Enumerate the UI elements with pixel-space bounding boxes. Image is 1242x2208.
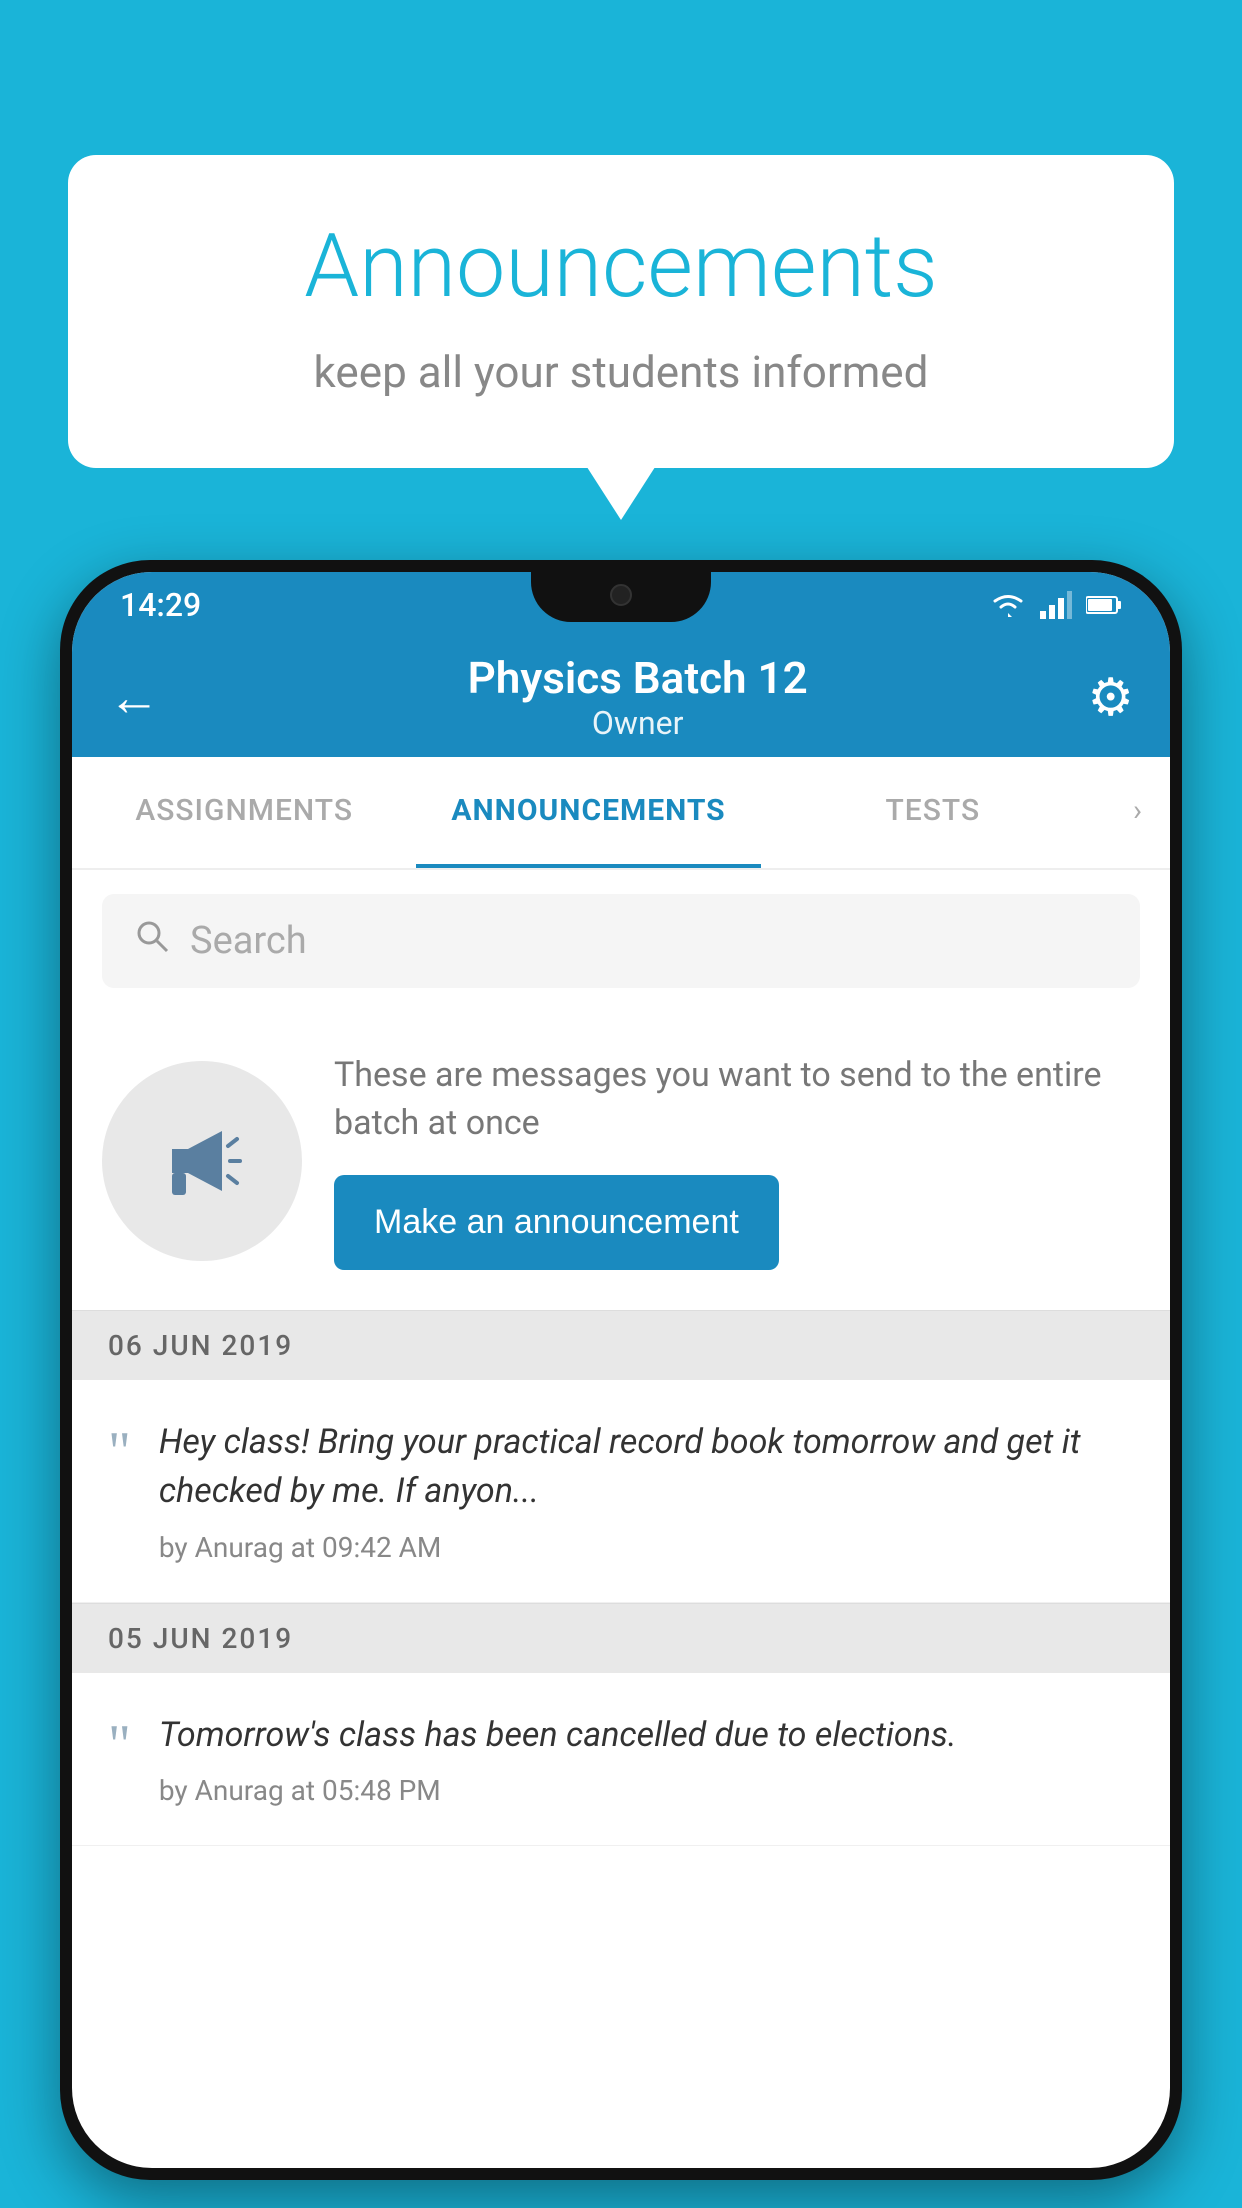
app-bar: ← Physics Batch 12 Owner ⚙ (72, 637, 1170, 757)
search-bar[interactable]: Search (102, 894, 1140, 988)
tabs-container: ASSIGNMENTS ANNOUNCEMENTS TESTS › (72, 757, 1170, 870)
status-bar: 14:29 (72, 572, 1170, 637)
announcement-text-2: Tomorrow's class has been cancelled due … (159, 1711, 1134, 1760)
speech-bubble: Announcements keep all your students inf… (68, 155, 1174, 468)
search-icon (134, 918, 170, 964)
app-bar-title-container: Physics Batch 12 Owner (188, 652, 1087, 742)
megaphone-icon (152, 1111, 252, 1211)
bubble-title: Announcements (148, 215, 1094, 318)
camera-dot (610, 584, 632, 606)
signal-icon (1040, 591, 1072, 619)
phone-device: 14:29 (60, 560, 1182, 2180)
battery-icon (1086, 595, 1122, 615)
announcement-meta-2: by Anurag at 05:48 PM (159, 1774, 1134, 1807)
notch (531, 572, 711, 622)
tab-assignments[interactable]: ASSIGNMENTS (72, 757, 416, 868)
search-placeholder: Search (190, 919, 307, 963)
announcement-prompt: These are messages you want to send to t… (72, 1012, 1170, 1310)
bubble-subtitle: keep all your students informed (148, 346, 1094, 398)
date-separator-1: 06 JUN 2019 (72, 1310, 1170, 1380)
phone-wrapper: 14:29 (60, 560, 1182, 2208)
announcement-item-2[interactable]: " Tomorrow's class has been cancelled du… (72, 1673, 1170, 1846)
announcement-text-1: Hey class! Bring your practical record b… (159, 1418, 1134, 1517)
settings-icon[interactable]: ⚙ (1087, 667, 1134, 728)
app-bar-subtitle: Owner (188, 704, 1087, 742)
prompt-right: These are messages you want to send to t… (334, 1052, 1140, 1270)
announcement-meta-1: by Anurag at 09:42 AM (159, 1531, 1134, 1564)
speech-bubble-container: Announcements keep all your students inf… (68, 155, 1174, 468)
back-button[interactable]: ← (108, 667, 160, 728)
quote-icon-1: " (108, 1424, 131, 1480)
status-time: 14:29 (120, 586, 201, 624)
tab-announcements[interactable]: ANNOUNCEMENTS (416, 757, 760, 868)
wifi-icon (990, 591, 1026, 619)
search-container: Search (72, 870, 1170, 1012)
tab-more-icon[interactable]: › (1105, 757, 1170, 868)
tab-tests[interactable]: TESTS (761, 757, 1105, 868)
make-announcement-button[interactable]: Make an announcement (334, 1175, 779, 1270)
app-bar-title: Physics Batch 12 (188, 652, 1087, 704)
announcement-content-2: Tomorrow's class has been cancelled due … (159, 1711, 1134, 1807)
phone-screen: 14:29 (72, 572, 1170, 2168)
quote-icon-2: " (108, 1717, 131, 1773)
date-separator-2: 05 JUN 2019 (72, 1603, 1170, 1673)
announcement-item-1[interactable]: " Hey class! Bring your practical record… (72, 1380, 1170, 1603)
content-area: Search (72, 870, 1170, 1846)
megaphone-circle (102, 1061, 302, 1261)
announcement-content-1: Hey class! Bring your practical record b… (159, 1418, 1134, 1564)
prompt-description: These are messages you want to send to t… (334, 1052, 1140, 1147)
status-icons (990, 591, 1122, 619)
